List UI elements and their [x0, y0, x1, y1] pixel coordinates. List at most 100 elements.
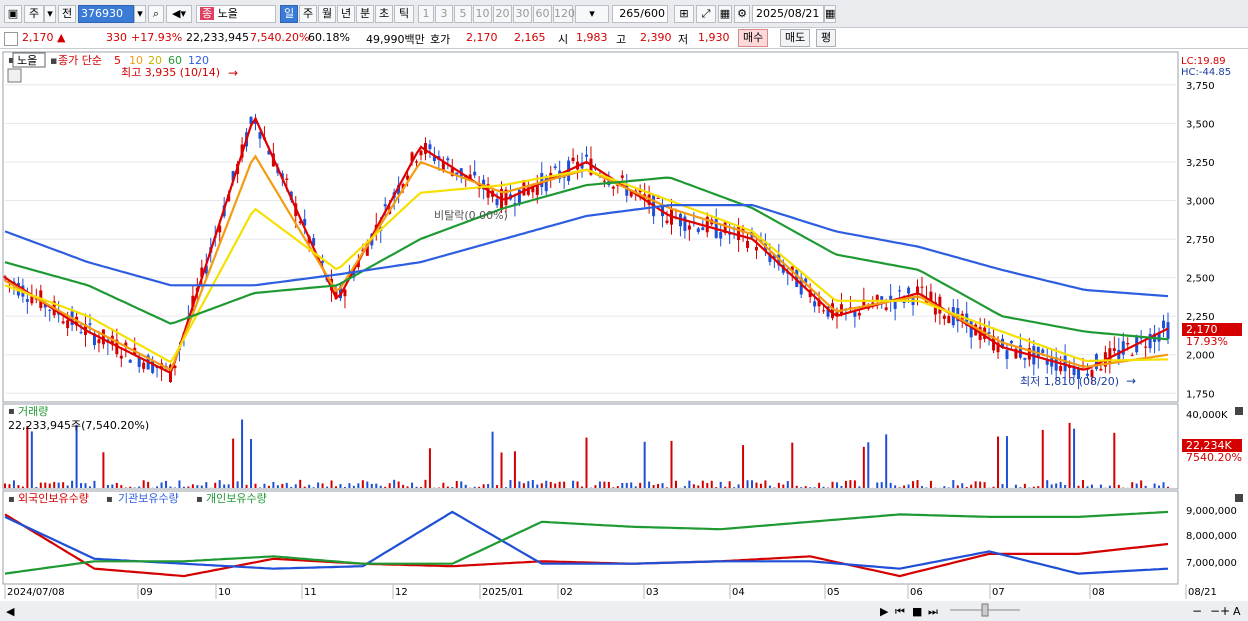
vol-close-icon[interactable] — [1235, 407, 1243, 415]
first-icon[interactable]: ⏮ — [895, 605, 905, 618]
volume-bar — [666, 487, 669, 488]
quote-bar: 2,170 ▲ 330 +17.93% 22,233,945 7,540.20%… — [0, 28, 1248, 49]
volume-bar — [294, 484, 297, 488]
auto-icon[interactable]: A — [1233, 605, 1241, 618]
hold-close-icon[interactable] — [1235, 494, 1243, 502]
window-icon[interactable]: ▣ — [4, 5, 22, 23]
code-dropdown-icon[interactable]: ▾ — [134, 5, 146, 23]
num-3[interactable]: 3 — [435, 5, 453, 23]
tf-minute[interactable]: 분 — [356, 5, 374, 23]
tf-day[interactable]: 일 — [280, 5, 298, 23]
volume-bar — [348, 483, 351, 488]
last-icon[interactable]: ⏭ — [928, 605, 938, 618]
date-field[interactable]: 2025/08/21 — [752, 5, 824, 23]
stock-name-field[interactable]: 종 노을 — [196, 5, 276, 23]
type-badge-icon: 종 — [200, 7, 215, 20]
arrow-right-icon: → — [228, 66, 238, 80]
volume-bar — [84, 483, 87, 488]
volume-bar — [764, 480, 767, 488]
table-icon[interactable] — [7, 68, 22, 83]
volume-bar — [947, 487, 950, 488]
volume-bar — [554, 483, 557, 488]
scrollbar[interactable] — [0, 601, 1248, 621]
volume-bar — [818, 482, 821, 488]
hold-axis-1: 9,000,000 — [1186, 506, 1237, 517]
checkbox-icon[interactable] — [4, 32, 18, 46]
volume-bar — [1046, 480, 1049, 488]
candle-body — [553, 166, 557, 168]
volume-bar — [912, 481, 915, 488]
volume-bar — [581, 486, 584, 488]
volume-bar — [1144, 485, 1147, 488]
num-120[interactable]: 120 — [553, 5, 575, 23]
scroll-right-icon[interactable]: ▶ — [880, 605, 889, 618]
num-5[interactable]: 5 — [454, 5, 472, 23]
date-label: 12 — [395, 587, 408, 598]
volume-bar — [701, 480, 704, 488]
stop-icon[interactable]: ■ — [912, 605, 922, 618]
grid-icon[interactable]: ▦ — [718, 5, 732, 23]
period-dropdown-icon[interactable]: ▾ — [44, 5, 56, 23]
search-icon[interactable]: ⌕ — [148, 5, 164, 23]
date-label: 2024/07/08 — [7, 587, 65, 598]
volume-bar — [755, 482, 758, 488]
volume-bar — [464, 484, 467, 488]
candle-body — [428, 144, 432, 150]
plus-icon[interactable]: + — [1220, 604, 1230, 618]
num-20[interactable]: 20 — [493, 5, 512, 23]
prev-button[interactable]: 전 — [58, 5, 76, 23]
num-10[interactable]: 10 — [473, 5, 492, 23]
price-axis: 3,750 3,500 3,250 3,000 2,750 2,500 2,250 2,000… — [1186, 81, 1215, 400]
zoom-out-icon[interactable]: − — [1192, 604, 1202, 618]
buy-button[interactable]: 매수 — [738, 29, 769, 47]
eval-button[interactable]: 평 — [816, 29, 837, 47]
num-1[interactable]: 1 — [418, 5, 434, 23]
candle-body — [737, 225, 741, 240]
stock-chart[interactable]: 3,750 3,500 3,250 3,000 2,750 2,500 2,250 2,000… — [0, 49, 1248, 621]
volume-bar — [357, 483, 360, 488]
volume-bar — [545, 480, 548, 488]
tf-week[interactable]: 주 — [299, 5, 317, 23]
volume-bar — [1050, 484, 1053, 488]
volume-bar — [214, 482, 217, 488]
period-select[interactable]: 주 — [24, 5, 44, 23]
crosshair-icon[interactable]: ⤢ — [696, 5, 716, 23]
volume-bar — [733, 487, 736, 488]
candle-body — [1166, 322, 1170, 339]
volume-bar — [258, 487, 261, 488]
stock-code-input[interactable]: 376930 — [78, 5, 134, 23]
tf-tick[interactable]: 틱 — [394, 5, 414, 23]
calendar-icon[interactable]: ▦ — [824, 5, 836, 23]
volume-bar — [612, 487, 615, 488]
volume-title: 거래량 — [18, 405, 48, 418]
candle-body — [88, 323, 92, 325]
volume-bar — [205, 482, 208, 488]
volume-bar — [156, 486, 159, 488]
tf-month[interactable]: 월 — [318, 5, 336, 23]
zoom-handle[interactable] — [981, 603, 989, 617]
ask: 2,170 — [466, 31, 498, 44]
volume-bar — [1041, 429, 1044, 488]
tool-icon[interactable]: ⊞ — [674, 5, 694, 23]
volume-bar — [460, 481, 463, 488]
custom-num-dropdown[interactable]: ▾ — [575, 5, 609, 23]
volume-bar — [115, 482, 118, 488]
volume-bar — [173, 487, 176, 488]
zoom-in-icon[interactable]: − — [1210, 604, 1220, 618]
volume-bar — [1117, 484, 1120, 488]
gear-icon[interactable]: ⚙ — [734, 5, 750, 23]
num-60[interactable]: 60 — [533, 5, 552, 23]
tf-year[interactable]: 년 — [337, 5, 355, 23]
tf-second[interactable]: 초 — [375, 5, 393, 23]
volume-bar — [223, 484, 226, 488]
num-30[interactable]: 30 — [513, 5, 532, 23]
speaker-icon[interactable]: ◀▾ — [166, 5, 192, 23]
change: 330 — [106, 31, 127, 44]
volume-bar — [952, 480, 955, 488]
volume-bar — [576, 481, 579, 488]
volume-bar — [178, 480, 181, 488]
sell-button[interactable]: 매도 — [780, 29, 811, 47]
scroll-left-icon[interactable]: ◀ — [6, 605, 15, 618]
count-field[interactable]: 265/600 — [612, 5, 668, 23]
volume-bar — [241, 419, 244, 488]
